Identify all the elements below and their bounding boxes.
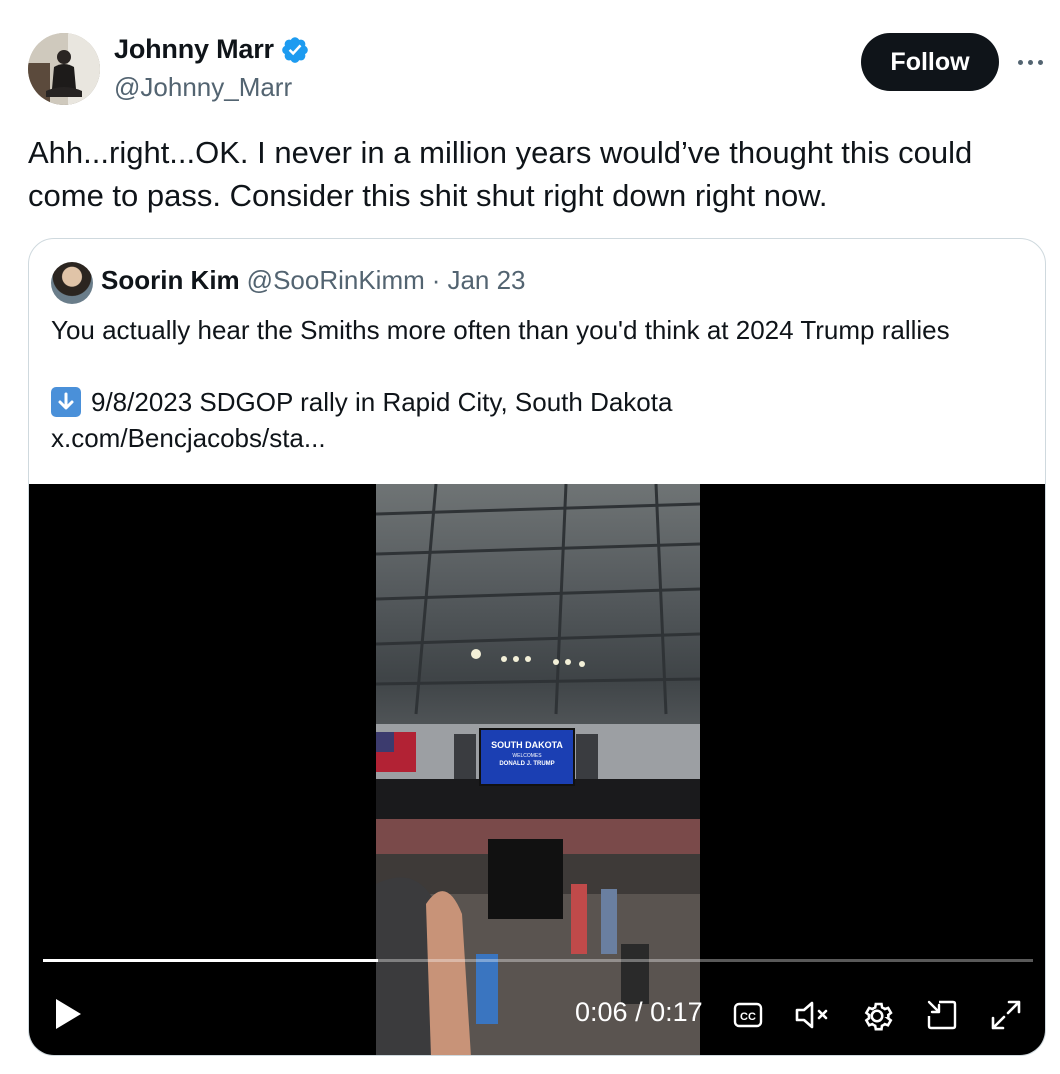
quoted-header: Soorin Kim @SooRinKimm · Jan 23 [101, 265, 526, 296]
author-name-row: Johnny Marr [114, 34, 310, 65]
quoted-line2: 9/8/2023 SDGOP rally in Rapid City, Sout… [51, 384, 672, 420]
current-time: 0:06 [575, 997, 628, 1027]
svg-text:CC: CC [740, 1011, 756, 1023]
down-arrow-icon [51, 387, 81, 417]
quoted-author-name[interactable]: Soorin Kim [101, 265, 240, 296]
progress-bar[interactable] [43, 959, 1033, 962]
quoted-tweet[interactable]: Soorin Kim @SooRinKimm · Jan 23 You actu… [28, 238, 1046, 1056]
author-handle[interactable]: @Johnny_Marr [114, 72, 292, 103]
muted-icon[interactable] [793, 998, 833, 1037]
more-options-icon[interactable] [1010, 44, 1050, 80]
time-separator: / [635, 997, 643, 1027]
quoted-separator: · [431, 265, 441, 295]
quoted-line2-text: 9/8/2023 SDGOP rally in Rapid City, Sout… [91, 387, 673, 417]
pip-icon[interactable] [925, 998, 959, 1037]
quoted-author-handle[interactable]: @SooRinKimm [247, 265, 425, 296]
time-display: 0:06 / 0:17 [575, 997, 703, 1028]
fullscreen-icon[interactable] [989, 998, 1023, 1037]
quoted-text: You actually hear the Smiths more often … [51, 315, 950, 345]
progress-fill [43, 959, 378, 962]
tweet-text: Ahh...right...OK. I never in a million y… [28, 135, 973, 213]
screen-line-2: WELCOMES [512, 753, 542, 759]
screen-line-3: DONALD J. TRUMP [499, 761, 554, 767]
quoted-author-avatar[interactable] [51, 262, 93, 304]
duration: 0:17 [650, 997, 703, 1027]
video-frame: SOUTH DAKOTA WELCOMES DONALD J. TRUMP [376, 484, 700, 1055]
follow-button[interactable]: Follow [861, 33, 999, 91]
video-player[interactable]: SOUTH DAKOTA WELCOMES DONALD J. TRUMP 0:… [29, 484, 1045, 1055]
tweet: Johnny Marr @Johnny_Marr Follow Ahh...ri… [0, 0, 1060, 1074]
author-avatar[interactable] [28, 33, 100, 105]
play-icon[interactable] [51, 996, 85, 1037]
screen-line-1: SOUTH DAKOTA [491, 740, 563, 750]
settings-icon[interactable] [859, 998, 895, 1039]
verified-badge-icon[interactable] [280, 35, 310, 65]
captions-icon[interactable]: CC [733, 1001, 763, 1034]
quoted-date[interactable]: Jan 23 [447, 265, 525, 296]
author-name[interactable]: Johnny Marr [114, 34, 274, 65]
quoted-link[interactable]: x.com/Bencjacobs/sta... [51, 420, 326, 456]
